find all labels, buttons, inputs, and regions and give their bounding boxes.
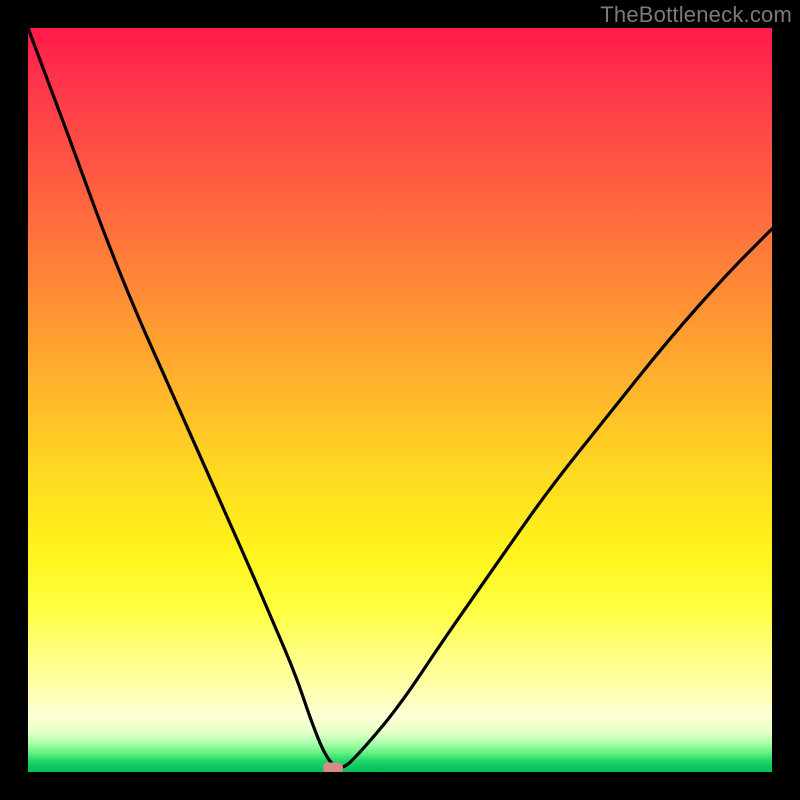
plot-area	[28, 28, 772, 772]
bottleneck-curve	[28, 28, 772, 772]
optimal-point-marker	[323, 763, 343, 773]
watermark-text: TheBottleneck.com	[600, 2, 792, 28]
chart-frame: TheBottleneck.com	[0, 0, 800, 800]
